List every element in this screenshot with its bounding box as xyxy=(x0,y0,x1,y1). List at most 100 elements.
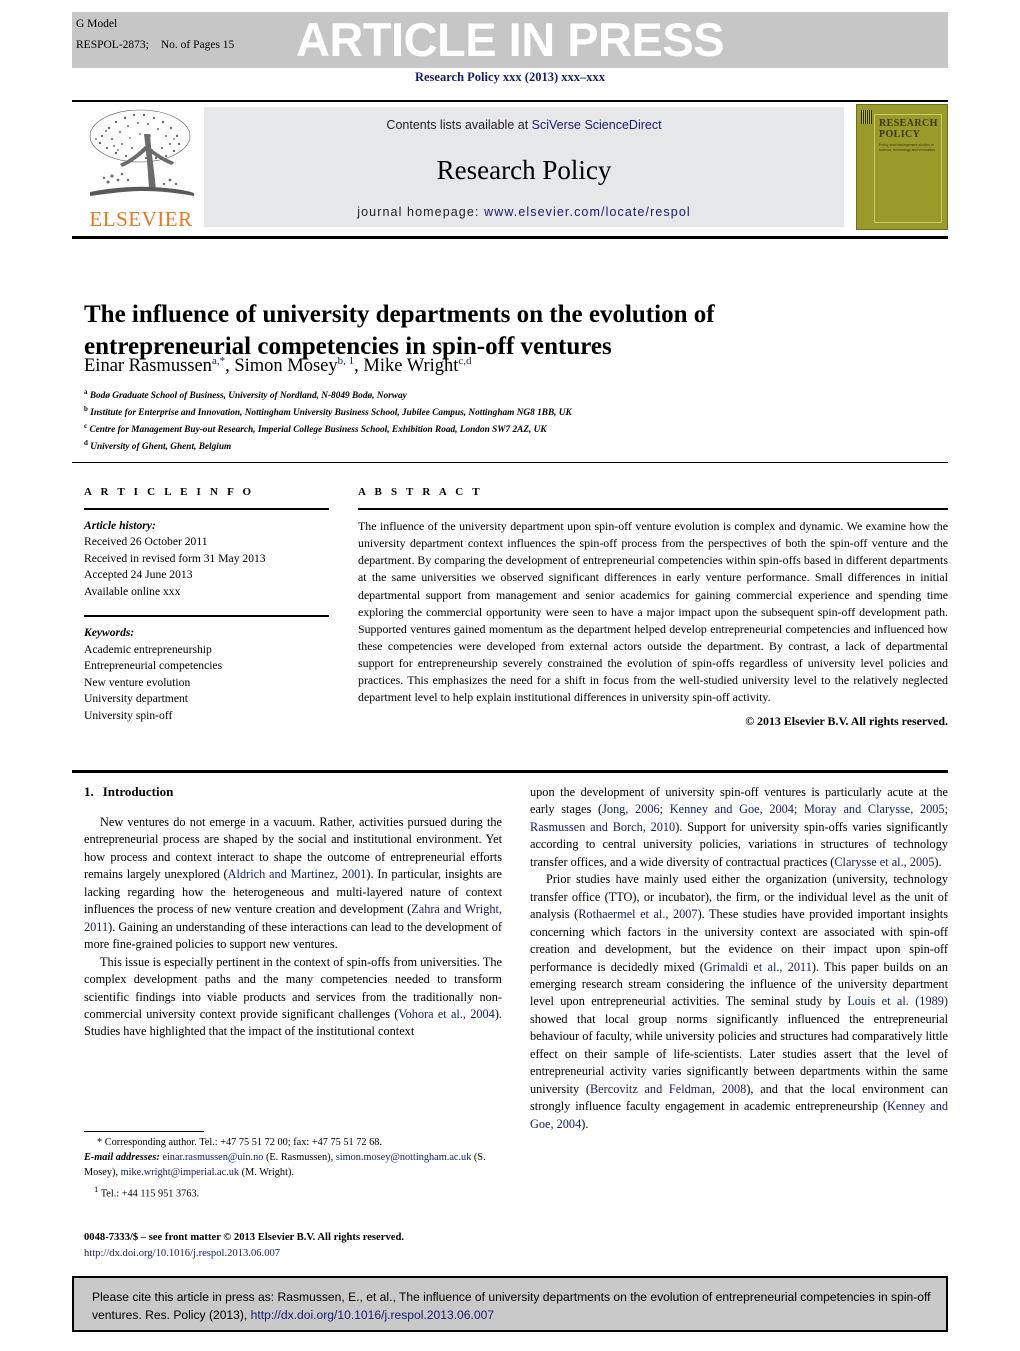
doi-link[interactable]: http://dx.doi.org/10.1016/j.respol.2013.… xyxy=(84,1246,514,1262)
masthead-top-rule xyxy=(72,100,948,102)
affiliation-text: Bodø Graduate School of Business, Univer… xyxy=(89,391,407,402)
cover-subtitle: Policy and management studies in science… xyxy=(879,143,935,153)
sciencedirect-link[interactable]: SciVerse ScienceDirect xyxy=(532,118,662,132)
abstract-copyright: © 2013 Elsevier B.V. All rights reserved… xyxy=(745,713,948,728)
section-heading-introduction: 1. Introduction xyxy=(84,784,502,800)
masthead-center-panel: Contents lists available at SciVerse Sci… xyxy=(204,107,844,227)
article-info-heading: A R T I C L E I N F O xyxy=(84,486,255,498)
intro-paragraph-3: Prior studies have mainly used either th… xyxy=(530,871,948,1133)
affiliation-text: Centre for Management Buy-out Research, … xyxy=(89,425,547,436)
email-note: E-mail addresses: einar.rasmussen@uin.no… xyxy=(84,1151,504,1181)
author-name: Mike Wright xyxy=(363,356,459,377)
paper-title: The influence of university departments … xyxy=(84,300,715,360)
journal-citation-line: Research Policy xxx (2013) xxx–xxx xyxy=(414,70,605,84)
intro-paragraph-2-continued: upon the development of university spin-… xyxy=(530,784,948,871)
keywords-block: Keywords: Academic entrepreneurship Entr… xyxy=(84,625,329,724)
article-info-column: A R T I C L E I N F O Article history: R… xyxy=(84,486,329,724)
galley-proof-info: G Model RESPOL-2873; No. of Pages 15 xyxy=(76,14,376,57)
masthead-bottom-rule xyxy=(72,236,948,239)
email-attr: (M. Wright). xyxy=(241,1166,294,1178)
abstract-heading: A B S T R A C T xyxy=(358,486,483,498)
intro-paragraph-2: This issue is especially pertinent in th… xyxy=(84,954,502,1041)
cover-title-line2: POLICY xyxy=(879,128,921,140)
journal-title: Research Policy xyxy=(436,155,612,185)
page-count: No. of Pages 15 xyxy=(160,39,235,52)
section-number: 1. xyxy=(84,784,94,799)
history-item: Received 26 October 2011 xyxy=(84,535,208,549)
journal-homepage-link[interactable]: www.elsevier.com/locate/respol xyxy=(484,205,691,219)
abstract-rule xyxy=(358,508,948,510)
affiliation-item: d University of Ghent, Ghent, Belgium xyxy=(84,438,864,455)
keyword-item: Entrepreneurial competencies xyxy=(84,659,223,673)
abstract-column: A B S T R A C T The influence of the uni… xyxy=(358,486,948,729)
article-info-rule xyxy=(84,508,329,510)
intro-paragraph-1: New ventures do not emerge in a vacuum. … xyxy=(84,814,502,954)
affiliation-text: University of Ghent, Ghent, Belgium xyxy=(90,442,232,453)
journal-cover-thumbnail: RESEARCH POLICY Policy and management st… xyxy=(856,104,948,230)
keyword-item: New venture evolution xyxy=(84,675,191,689)
issn-copyright-block: 0048-7333/$ – see front matter © 2013 El… xyxy=(84,1230,514,1262)
corresponding-author-note: * Corresponding author. Tel.: +47 75 51 … xyxy=(97,1137,382,1148)
email-attr: (E. Rasmussen), xyxy=(263,1151,334,1163)
journal-homepage-line: journal homepage: www.elsevier.com/locat… xyxy=(204,205,844,219)
article-first-page: ARTICLE IN PRESS G Model RESPOL-2873; No.… xyxy=(0,0,1020,1351)
email-link-mosey[interactable]: simon.mosey@nottingham.ac.uk xyxy=(336,1152,472,1163)
author-name: Einar Rasmussen xyxy=(84,356,212,377)
affiliation-item: b Institute for Enterprise and Innovatio… xyxy=(84,404,864,421)
body-column-left: 1. Introduction New ventures do not emerg… xyxy=(84,784,502,1041)
author-affiliation-mark: a,* xyxy=(211,355,226,367)
citation-ref[interactable]: Rothaermel et al., 2007 xyxy=(578,907,697,921)
cover-title-line1: RESEARCH xyxy=(879,118,938,129)
elsevier-wordmark: ELSEVIER xyxy=(89,207,193,231)
journal-masthead: ELSEVIER Contents lists available at Sci… xyxy=(72,104,948,232)
author-affiliation-mark: b, 1 xyxy=(337,355,355,367)
telephone-note: 1 Tel.: +44 115 951 3763. xyxy=(84,1183,504,1202)
cover-barcode-icon xyxy=(861,110,872,124)
elsevier-tree-icon xyxy=(89,109,194,196)
affiliation-mark: a xyxy=(84,388,88,396)
keywords-label: Keywords: xyxy=(84,626,135,640)
keyword-item: Academic entrepreneurship xyxy=(84,642,212,656)
article-history-block: Article history: Received 26 October 201… xyxy=(84,518,329,600)
article-history-label: Article history: xyxy=(84,519,156,532)
issn-line: 0048-7333/$ – see front matter © 2013 El… xyxy=(84,1232,404,1243)
author-list: Einar Rasmussena,*, Simon Moseyb, 1, Mik… xyxy=(84,355,472,377)
cite-this-article-text: Please cite this article in press as: Ra… xyxy=(92,1288,932,1324)
para-text: ). xyxy=(581,1116,589,1131)
affiliation-mark: c xyxy=(84,422,88,431)
email-link-wright[interactable]: mike.wright@imperial.ac.uk xyxy=(121,1167,239,1178)
manuscript-id: RESPOL-2873; xyxy=(76,39,149,52)
history-item: Received in revised form 31 May 2013 xyxy=(84,551,266,565)
author-name: Simon Mosey xyxy=(234,356,338,377)
author-affiliation-mark: c,d xyxy=(458,355,472,367)
history-item: Available online xxx xyxy=(84,584,181,598)
affiliation-mark: d xyxy=(84,439,88,448)
contents-lists-line: Contents lists available at SciVerse Sci… xyxy=(204,118,844,132)
citation-ref[interactable]: Clarysse et al., 2005 xyxy=(834,855,934,869)
citation-ref[interactable]: Vohora et al., 2004 xyxy=(398,1007,495,1021)
affiliation-item: a Bodø Graduate School of Business, Univ… xyxy=(84,387,864,404)
email-addresses-label: E-mail addresses: xyxy=(84,1151,160,1163)
citation-ref[interactable]: Grimaldi et al., 2011 xyxy=(704,960,812,974)
citation-ref[interactable]: Aldrich and Martinez, 2001 xyxy=(228,867,367,881)
history-item: Accepted 24 June 2013 xyxy=(84,568,193,582)
keyword-item: University department xyxy=(84,692,188,706)
footnotes-block: * Corresponding author. Tel.: +47 75 51 … xyxy=(84,1136,504,1202)
email-link-rasmussen[interactable]: einar.rasmussen@uin.no xyxy=(162,1152,263,1163)
para-text: ). Gaining an understanding of these int… xyxy=(84,919,502,952)
telephone-text: Tel.: +44 115 951 3763. xyxy=(100,1188,200,1200)
para-text: ). xyxy=(934,854,942,869)
affiliation-item: c Centre for Management Buy-out Research… xyxy=(84,421,864,438)
homepage-prefix: journal homepage: xyxy=(357,205,485,219)
keyword-item: University spin-off xyxy=(84,708,173,722)
g-model-label: G Model xyxy=(76,18,118,30)
contents-prefix: Contents lists available at xyxy=(386,118,532,132)
cite-doi-link[interactable]: http://dx.doi.org/10.1016/j.respol.2013.… xyxy=(251,1308,494,1322)
citation-ref[interactable]: Bercovitz and Feldman, 2008 xyxy=(590,1082,746,1096)
citation-ref[interactable]: Louis et al. (1989) xyxy=(847,994,948,1008)
elsevier-logo: ELSEVIER xyxy=(82,106,200,230)
body-column-right: upon the development of university spin-… xyxy=(530,784,948,1133)
abstract-bottom-rule xyxy=(72,770,948,773)
abstract-text: The influence of the university departme… xyxy=(358,519,948,705)
